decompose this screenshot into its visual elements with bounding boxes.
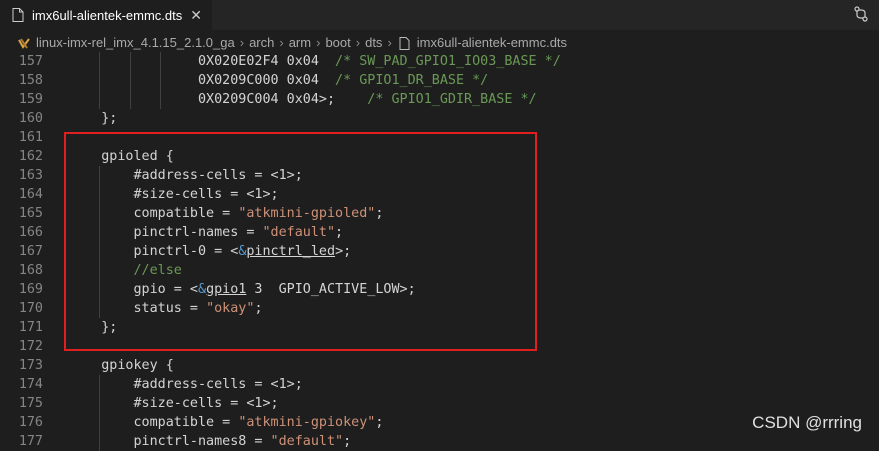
code-text: gpio = <&gpio1 3 GPIO_ACTIVE_LOW>; <box>69 282 416 297</box>
line-number: 160 <box>18 111 43 126</box>
code-text: gpioled { <box>69 149 174 164</box>
line-number: 159 <box>18 92 43 107</box>
code-text: status = "okay"; <box>69 301 263 316</box>
tab-bar: imx6ull-alientek-emmc.dts ✕ <box>0 0 879 30</box>
breadcrumb-item[interactable]: arch <box>249 35 274 50</box>
line-number: 175 <box>18 396 43 411</box>
code-text: #size-cells = <1>; <box>69 396 279 411</box>
code-line[interactable]: 163 #address-cells = <1>; <box>0 166 879 185</box>
line-number: 166 <box>18 225 43 240</box>
line-number: 162 <box>18 149 43 164</box>
code-line[interactable]: 164 #size-cells = <1>; <box>0 185 879 204</box>
code-text: pinctrl-0 = <&pinctrl_led>; <box>69 244 352 259</box>
editor-tab[interactable]: imx6ull-alientek-emmc.dts ✕ <box>0 0 212 30</box>
line-number: 167 <box>18 244 43 259</box>
code-text: pinctrl-names = "default"; <box>69 225 344 240</box>
code-editor[interactable]: 157 0X020E02F4 0x04 /* SW_PAD_GPIO1_IO03… <box>0 52 879 451</box>
tab-label: imx6ull-alientek-emmc.dts <box>32 7 183 23</box>
code-text: }; <box>69 111 118 126</box>
code-line[interactable]: 160 }; <box>0 109 879 128</box>
breadcrumb-item[interactable]: imx6ull-alientek-emmc.dts <box>417 35 567 50</box>
close-icon[interactable]: ✕ <box>190 7 202 24</box>
line-number: 165 <box>18 206 43 221</box>
breadcrumb-item[interactable]: dts <box>365 35 382 50</box>
code-line[interactable]: 169 gpio = <&gpio1 3 GPIO_ACTIVE_LOW>; <box>0 280 879 299</box>
breadcrumb-separator: › <box>279 34 284 50</box>
breadcrumb-item[interactable]: arm <box>289 35 311 50</box>
breadcrumb-item[interactable]: linux-imx-rel_imx_4.1.15_2.1.0_ga <box>36 35 235 50</box>
line-number: 173 <box>18 358 43 373</box>
code-line[interactable]: 166 pinctrl-names = "default"; <box>0 223 879 242</box>
code-line[interactable]: 174 #address-cells = <1>; <box>0 375 879 394</box>
code-line[interactable]: 173 gpiokey { <box>0 356 879 375</box>
code-line[interactable]: 161 <box>0 128 879 147</box>
line-number: 172 <box>18 339 43 354</box>
breadcrumb-separator: › <box>239 34 245 50</box>
file-icon <box>12 8 24 22</box>
breadcrumb-separator: › <box>355 34 361 50</box>
breadcrumb-separator: › <box>387 34 392 50</box>
code-text: #address-cells = <1>; <box>69 377 303 392</box>
line-number: 170 <box>18 301 43 316</box>
code-line[interactable]: 168 //else <box>0 261 879 280</box>
code-line[interactable]: 167 pinctrl-0 = <&pinctrl_led>; <box>0 242 879 261</box>
line-number: 177 <box>18 434 43 449</box>
code-text: //else <box>133 263 182 278</box>
code-line[interactable]: 158 0X0209C000 0x04 /* GPIO1_DR_BASE */ <box>0 71 879 90</box>
line-number: 157 <box>18 54 43 69</box>
line-number: 161 <box>18 130 43 145</box>
code-text: 0X0209C000 0x04 /* GPIO1_DR_BASE */ <box>69 73 489 88</box>
code-line[interactable]: 157 0X020E02F4 0x04 /* SW_PAD_GPIO1_IO03… <box>0 52 879 71</box>
line-number: 169 <box>18 282 43 297</box>
file-icon <box>399 36 411 50</box>
folder-icon <box>18 37 30 49</box>
code-text: 0X0209C004 0x04>; /* GPIO1_GDIR_BASE */ <box>69 92 537 107</box>
line-number: 163 <box>18 168 43 183</box>
code-text: }; <box>69 320 118 335</box>
code-line[interactable]: 175 #size-cells = <1>; <box>0 394 879 413</box>
watermark: CSDN @rrring <box>752 413 862 432</box>
code-text: 0X020E02F4 0x04 /* SW_PAD_GPIO1_IO03_BAS… <box>69 54 561 69</box>
code-line[interactable]: 159 0X0209C004 0x04>; /* GPIO1_GDIR_BASE… <box>0 90 879 109</box>
breadcrumb: linux-imx-rel_imx_4.1.15_2.1.0_ga › arch… <box>0 30 879 54</box>
code-line[interactable]: 162 gpioled { <box>0 147 879 166</box>
line-number: 158 <box>18 73 43 88</box>
breadcrumb-separator: › <box>316 34 321 50</box>
line-number: 174 <box>18 377 43 392</box>
line-number: 164 <box>18 187 43 202</box>
code-text: compatible = "atkmini-gpiokey"; <box>69 415 384 430</box>
line-number: 171 <box>18 320 43 335</box>
code-text: #size-cells = <1>; <box>69 187 279 202</box>
code-line[interactable]: 172 <box>0 337 879 356</box>
code-text: pinctrl-names8 = "default"; <box>69 434 352 449</box>
code-text: #address-cells = <1>; <box>69 168 303 183</box>
breadcrumb-item[interactable]: boot <box>325 35 350 50</box>
code-line[interactable]: 171 }; <box>0 318 879 337</box>
code-text: gpiokey { <box>69 358 174 373</box>
code-line[interactable]: 176 compatible = "atkmini-gpiokey"; <box>0 413 879 432</box>
line-number: 168 <box>18 263 43 278</box>
code-line[interactable]: 177 pinctrl-names8 = "default"; <box>0 432 879 451</box>
code-line[interactable]: 170 status = "okay"; <box>0 299 879 318</box>
source-control-icon[interactable] <box>853 6 869 26</box>
code-line[interactable]: 165 compatible = "atkmini-gpioled"; <box>0 204 879 223</box>
code-text: compatible = "atkmini-gpioled"; <box>69 206 384 221</box>
line-number: 176 <box>18 415 43 430</box>
